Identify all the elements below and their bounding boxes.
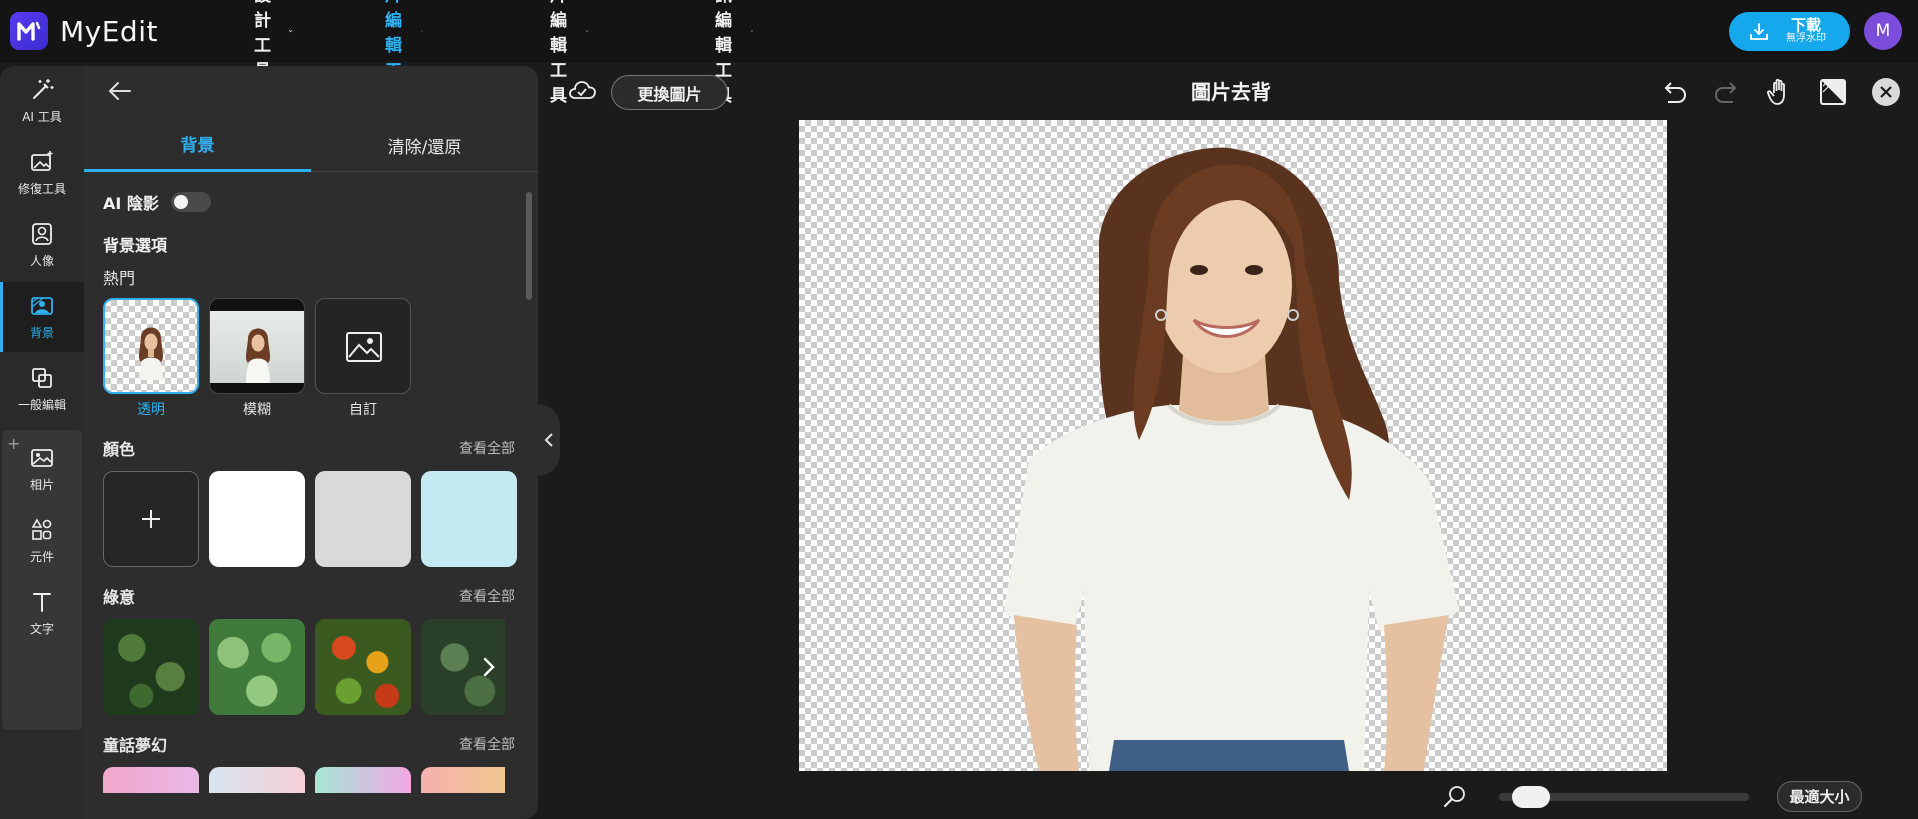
panel-tabs: 背景 清除/還原 bbox=[84, 118, 538, 172]
avatar[interactable]: M bbox=[1864, 12, 1902, 50]
panel-scrollbar[interactable] bbox=[526, 192, 532, 300]
zoom-search-icon[interactable] bbox=[1442, 784, 1468, 810]
rail-item-general-edit[interactable]: 一般編輯 bbox=[0, 354, 84, 424]
tab-background[interactable]: 背景 bbox=[84, 118, 311, 172]
download-button[interactable]: 下載 無浮水印 bbox=[1729, 12, 1850, 51]
popular-title: 熱門 bbox=[103, 269, 136, 288]
bg-option-label: 模糊 bbox=[243, 402, 271, 418]
image-sparkle-icon bbox=[31, 151, 53, 171]
download-label: 下載 bbox=[1790, 16, 1821, 35]
photo-icon bbox=[31, 449, 53, 467]
rail-label: 文字 bbox=[29, 622, 54, 636]
replace-image-button[interactable]: 更換圖片 bbox=[611, 75, 728, 110]
rail-label: 人像 bbox=[29, 254, 54, 268]
fairy-bg-4[interactable] bbox=[421, 767, 505, 793]
app-name: MyEdit bbox=[60, 14, 158, 48]
download-labels: 下載 無浮水印 bbox=[1786, 18, 1826, 44]
color-section-title: 顏色 bbox=[103, 440, 136, 459]
ai-shadow-toggle[interactable] bbox=[170, 192, 211, 212]
subject-image bbox=[1004, 147, 1459, 771]
plus-icon bbox=[142, 510, 160, 528]
chevron-right-icon[interactable] bbox=[481, 655, 497, 679]
rail-item-ai-tools[interactable]: AI 工具 bbox=[0, 66, 84, 136]
chevron-down-icon bbox=[585, 30, 589, 32]
color-swatch-white[interactable] bbox=[209, 471, 305, 567]
rail-item-repair-tools[interactable]: 修復工具 bbox=[0, 138, 84, 208]
compare-icon[interactable] bbox=[1817, 76, 1849, 108]
tab-erase-restore[interactable]: 清除/還原 bbox=[311, 118, 538, 172]
download-icon bbox=[1750, 22, 1768, 40]
nav-video-tools[interactable]: 影片編輯工具 bbox=[550, 0, 589, 106]
bg-option-label: 透明 bbox=[137, 402, 165, 418]
collapse-panel-button[interactable] bbox=[538, 404, 560, 476]
fairy-section-title: 童話夢幻 bbox=[103, 736, 168, 755]
bg-options-title: 背景選項 bbox=[103, 236, 168, 255]
ai-shadow-row: AI 陰影 bbox=[103, 190, 211, 214]
nav-image-tools[interactable]: 圖片編輯工具 bbox=[385, 0, 424, 106]
fairy-bg-3[interactable] bbox=[315, 767, 411, 793]
image-canvas[interactable] bbox=[799, 120, 1667, 771]
chevron-down-icon bbox=[420, 30, 424, 32]
image-upload-icon bbox=[346, 332, 382, 362]
rail-label: 一般編輯 bbox=[17, 398, 66, 412]
rail-label: 元件 bbox=[29, 550, 54, 564]
rail-item-portrait[interactable]: 人像 bbox=[0, 210, 84, 280]
rail-label: AI 工具 bbox=[22, 110, 62, 124]
green-bg-leaves-1[interactable] bbox=[103, 619, 199, 715]
bg-option-custom[interactable] bbox=[315, 298, 411, 394]
green-bg-leaves-3[interactable] bbox=[421, 619, 505, 715]
fairy-bg-2[interactable] bbox=[209, 767, 305, 793]
zoom-slider-handle[interactable] bbox=[1511, 786, 1550, 808]
portrait-thumbnail-icon bbox=[245, 328, 271, 383]
back-arrow-icon[interactable] bbox=[106, 78, 134, 104]
color-swatch-light-blue[interactable] bbox=[421, 471, 517, 567]
background-icon bbox=[31, 297, 53, 315]
nav-audio-tools[interactable]: 音訊編輯工具 bbox=[715, 0, 754, 106]
hand-pan-icon[interactable] bbox=[1764, 76, 1796, 108]
tool-rail: + AI 工具 修復工具 人像 背景 一般編輯 相片 元件 文字 bbox=[0, 66, 84, 819]
green-bg-maple[interactable] bbox=[315, 619, 411, 715]
chevron-left-icon bbox=[544, 433, 553, 447]
fairy-bg-1[interactable] bbox=[103, 767, 199, 793]
app-logo[interactable]: MyEdit bbox=[10, 12, 158, 50]
fairy-see-all-link[interactable]: 查看全部 bbox=[459, 734, 515, 754]
add-color-button[interactable] bbox=[103, 471, 199, 567]
chevron-down-icon bbox=[288, 30, 293, 33]
myedit-logo-icon bbox=[10, 12, 48, 50]
bg-option-label: 自訂 bbox=[349, 402, 377, 418]
rail-item-text[interactable]: 文字 bbox=[0, 578, 84, 648]
rail-item-background[interactable]: 背景 bbox=[0, 282, 84, 352]
copy-icon bbox=[32, 368, 52, 388]
bg-option-transparent[interactable] bbox=[103, 298, 199, 394]
green-see-all-link[interactable]: 查看全部 bbox=[459, 586, 515, 606]
ai-shadow-label: AI 陰影 bbox=[103, 194, 159, 213]
portrait-thumbnail-icon bbox=[138, 327, 164, 380]
top-bar: MyEdit 設計工具 圖片編輯工具 影片編輯工具 音訊編輯工具 下載 無浮水印… bbox=[0, 0, 1918, 106]
portrait-icon bbox=[32, 223, 52, 245]
nav-design-tools[interactable]: 設計工具 bbox=[254, 0, 293, 81]
page-title: 圖片去背 bbox=[1191, 80, 1271, 104]
fit-to-screen-button[interactable]: 最適大小 bbox=[1777, 781, 1862, 812]
rail-label: 背景 bbox=[29, 326, 54, 340]
redo-icon[interactable] bbox=[1711, 76, 1743, 108]
green-section-title: 綠意 bbox=[103, 588, 136, 607]
rail-item-elements[interactable]: 元件 bbox=[0, 506, 84, 576]
close-icon[interactable] bbox=[1871, 77, 1901, 107]
chevron-down-icon bbox=[750, 30, 754, 32]
green-bg-leaves-2[interactable] bbox=[209, 619, 305, 715]
shapes-icon bbox=[31, 518, 52, 540]
color-see-all-link[interactable]: 查看全部 bbox=[459, 438, 515, 458]
text-icon bbox=[33, 593, 51, 612]
magic-wand-icon bbox=[33, 79, 54, 99]
rail-item-photo[interactable]: 相片 bbox=[0, 434, 84, 504]
rail-label: 修復工具 bbox=[17, 182, 66, 196]
bg-option-blur[interactable] bbox=[209, 298, 305, 394]
download-sublabel: 無浮水印 bbox=[1786, 33, 1826, 45]
background-panel: 背景 清除/還原 AI 陰影 背景選項 熱門 透明 模糊 自訂 顏色 查看全部 … bbox=[84, 66, 538, 819]
rail-label: 相片 bbox=[29, 478, 54, 492]
undo-icon[interactable] bbox=[1658, 76, 1690, 108]
color-swatch-gray[interactable] bbox=[315, 471, 411, 567]
cloud-save-icon[interactable] bbox=[567, 78, 597, 104]
